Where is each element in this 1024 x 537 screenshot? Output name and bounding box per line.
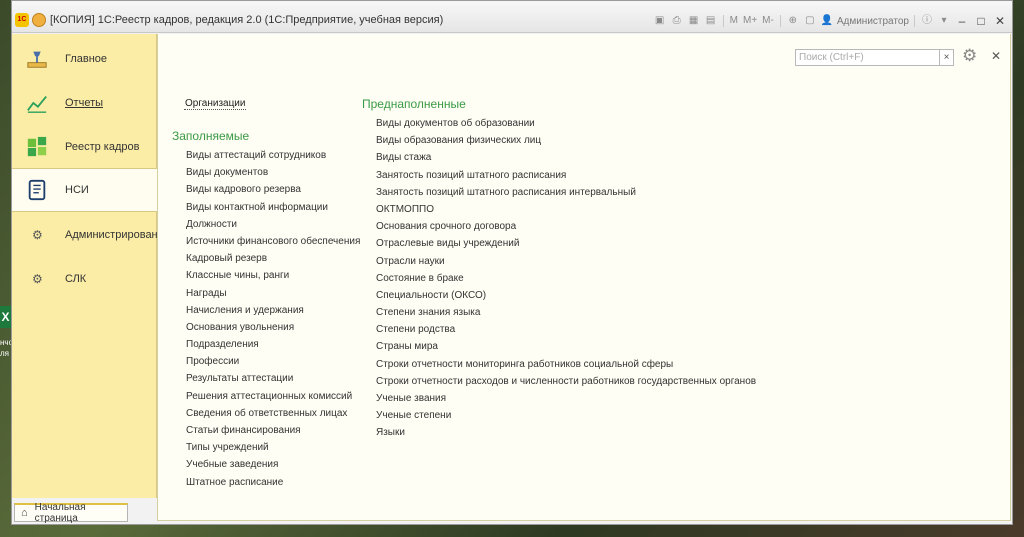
list-item-link[interactable]: Типы учреждений [186,439,360,456]
memory-button[interactable]: M [729,14,739,28]
chart-icon [27,96,47,113]
sidebar-item-main[interactable]: Главное [12,37,156,81]
list-item-link[interactable]: Учебные заведения [186,456,360,473]
organizations-link[interactable]: Организации [184,98,247,110]
list-item-link[interactable]: Виды аттестаций сотрудников [186,147,360,164]
memory-minus-button[interactable]: M- [761,14,775,28]
nsi-panel: Поиск (Ctrl+F) × ⚙ ✕ Организации Заполня… [157,34,1011,521]
desk-lamp-icon [27,51,47,68]
prefilled-list: Виды документов об образовании Виды образ… [376,115,756,442]
sections-sidebar: Главное Отчеты Реестр кадров НСИ ⚙ Админ… [12,34,170,498]
list-item-link[interactable]: Степени родства [376,321,756,338]
user-icon: 👤 [820,15,834,26]
list-item-link[interactable]: Виды документов об образовании [376,115,756,132]
sidebar-item-label: Главное [65,53,108,65]
maximize-button[interactable]: □ [973,14,989,28]
sidebar-item-label: Реестр кадров [65,141,140,153]
list-item-link[interactable]: Виды стажа [376,149,756,166]
close-window-button[interactable]: ✕ [992,14,1008,28]
list-item-link[interactable]: Отрасли науки [376,253,756,270]
list-item-link[interactable]: Занятость позиций штатного расписания ин… [376,184,756,201]
calendar-icon[interactable]: ▦ [687,14,701,28]
memory-plus-button[interactable]: M+ [742,14,758,28]
list-item-link[interactable]: Отраслевые виды учреждений [376,235,756,252]
section-title-prefilled: Преднаполненные [362,97,466,111]
title-bar: 1С [КОПИЯ] 1С:Реестр кадров, редакция 2.… [12,1,1012,33]
save-icon[interactable]: ▣ [653,14,667,28]
list-item-link[interactable]: Источники финансового обеспечения [186,233,360,250]
list-item-link[interactable]: Профессии [186,353,360,370]
window-icon[interactable]: ▢ [803,14,817,28]
app-window: 1С [КОПИЯ] 1С:Реестр кадров, редакция 2.… [11,0,1013,525]
toolbar-divider [779,15,781,27]
list-item-link[interactable]: Штатное расписание [186,474,360,491]
tab-home-page[interactable]: ⌂ Начальная страница [14,502,128,524]
zoom-icon[interactable]: ⊕ [786,14,800,28]
close-icon[interactable]: ✕ [991,49,1001,63]
list-item-link[interactable]: ОКТМОППО [376,201,756,218]
list-item-link[interactable]: Специальности (ОКСО) [376,287,756,304]
1c-logo-icon: 1С [15,13,29,27]
sidebar-item-reports[interactable]: Отчеты [12,81,156,125]
list-item-link[interactable]: Состояние в браке [376,270,756,287]
search-input[interactable]: Поиск (Ctrl+F) [795,49,940,66]
user-name[interactable]: Администратор [837,16,909,27]
gear-icon: ⚙ [32,228,43,242]
list-item-link[interactable]: Ученые степени [376,407,756,424]
sidebar-item-label: Администрирование [65,229,170,241]
calculator-icon[interactable]: ▤ [704,14,718,28]
sidebar-item-administration[interactable]: ⚙ Администрирование [12,213,170,257]
chevron-down-icon[interactable]: ▾ [937,14,951,28]
toolbar-divider [722,15,724,27]
list-item-link[interactable]: Должности [186,216,360,233]
title-toolbar: ▣ ⎙ ▦ ▤ M M+ M- ⊕ ▢ 👤 Администратор ⓘ ▾ … [653,13,1008,29]
list-item-link[interactable]: Виды образования физических лиц [376,132,756,149]
home-icon: ⌂ [21,507,28,519]
list-item-link[interactable]: Начисления и удержания [186,302,360,319]
section-title-filled: Заполняемые [172,129,250,143]
sidebar-item-label: НСИ [65,184,89,196]
list-item-link[interactable]: Виды контактной информации [186,199,360,216]
list-item-link[interactable]: Награды [186,285,360,302]
main-menu-button[interactable] [32,13,46,27]
list-item-link[interactable]: Сведения об ответственных лицах [186,405,360,422]
list-item-link[interactable]: Кадровый резерв [186,250,360,267]
print-icon[interactable]: ⎙ [670,14,684,28]
list-item-link[interactable]: Страны мира [376,338,756,355]
window-title: [КОПИЯ] 1С:Реестр кадров, редакция 2.0 (… [50,14,444,26]
squares-icon [27,136,47,157]
excel-desktop-icon[interactable]: X [0,306,11,328]
gear-icon: ⚙ [32,272,43,286]
list-item-link[interactable]: Основания увольнения [186,319,360,336]
settings-gear-icon[interactable]: ⚙ [962,46,977,66]
toolbar-divider [914,15,915,27]
info-icon[interactable]: ⓘ [920,14,934,28]
tab-label: Начальная страница [34,502,86,524]
list-item-link[interactable]: Виды документов [186,164,360,181]
list-item-link[interactable]: Основания срочного договора [376,218,756,235]
sidebar-item-registry[interactable]: Реестр кадров [12,125,156,169]
sidebar-item-label: Отчеты [65,97,104,109]
minimize-button[interactable]: – [954,14,970,28]
sidebar-item-slk[interactable]: ⚙ СЛК [12,257,156,301]
list-item-link[interactable]: Статьи финансирования [186,422,360,439]
list-item-link[interactable]: Степени знания языка [376,304,756,321]
list-item-link[interactable]: Занятость позиций штатного расписания [376,167,756,184]
list-item-link[interactable]: Виды кадрового резерва [186,181,360,198]
list-item-link[interactable]: Результаты аттестации [186,370,360,387]
list-item-link[interactable]: Языки [376,424,756,441]
sidebar-item-label: СЛК [65,273,87,285]
sidebar-item-nsi[interactable]: НСИ [12,168,157,212]
filled-list: Виды аттестаций сотрудников Виды документ… [186,147,360,491]
list-item-link[interactable]: Классные чины, ранги [186,267,360,284]
list-item-link[interactable]: Строки отчетности расходов и численности… [376,373,756,390]
book-icon [28,179,46,201]
list-item-link[interactable]: Строки отчетности мониторинга работников… [376,356,756,373]
list-item-link[interactable]: Подразделения [186,336,360,353]
search-clear-button[interactable]: × [940,49,954,66]
list-item-link[interactable]: Решения аттестационных комиссий [186,388,360,405]
list-item-link[interactable]: Ученые звания [376,390,756,407]
